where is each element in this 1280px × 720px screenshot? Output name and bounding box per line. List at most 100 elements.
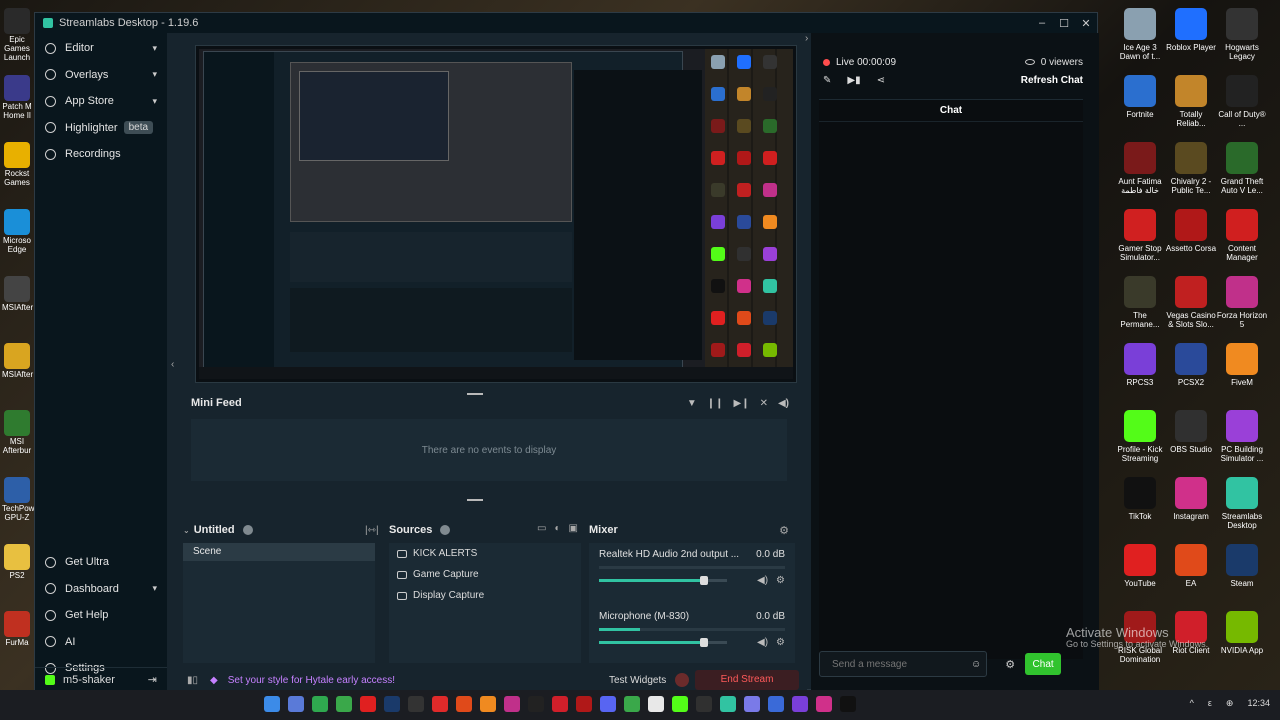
add-scene-icon[interactable]	[242, 525, 253, 535]
windows-icon[interactable]	[264, 696, 280, 712]
skip-icon[interactable]: ▶❙	[734, 398, 750, 409]
record-icon[interactable]	[675, 673, 689, 687]
fivem-icon[interactable]	[480, 696, 496, 712]
share-icon[interactable]: ⋖	[877, 75, 885, 86]
desktop-shortcut[interactable]: OBS Studio	[1165, 410, 1217, 454]
desktop-shortcut[interactable]: PC Building Simulator ...	[1216, 410, 1268, 463]
app-icon[interactable]	[432, 696, 448, 712]
desktop-shortcut[interactable]: Gamer Stop Simulator...	[1114, 209, 1166, 262]
desktop-shortcut[interactable]: Patch M Home Il	[2, 75, 32, 121]
source-item[interactable]: KICK ALERTS	[389, 543, 581, 564]
logout-icon[interactable]: ⇥	[148, 673, 157, 686]
desktop-shortcut[interactable]: PCSX2	[1165, 343, 1217, 387]
test-widgets-button[interactable]: Test Widgets	[609, 675, 666, 686]
desktop-shortcut[interactable]: FurMa	[2, 611, 32, 648]
explorer-icon[interactable]	[288, 696, 304, 712]
sidebar-item-dashboard[interactable]: Dashboard ▾	[35, 576, 167, 603]
folder-icon[interactable]: ▭	[537, 523, 546, 534]
desktop-shortcut[interactable]: Rockst Games	[2, 142, 32, 188]
desktop-shortcut[interactable]: MSI Afterbur	[2, 410, 32, 456]
desktop-shortcut[interactable]: MSIAfter	[2, 276, 33, 313]
scene-collection-title[interactable]: Untitled	[194, 524, 235, 536]
sidebar-item-get-help[interactable]: Get Help	[35, 602, 167, 629]
speaker-icon[interactable]: ◀)	[757, 637, 768, 648]
visibility-icon[interactable]: ◐	[554, 523, 560, 534]
chevron-down-icon[interactable]: ⌄	[183, 526, 190, 535]
desktop-shortcut[interactable]: PS2	[2, 544, 32, 581]
desktop-shortcut[interactable]: TikTok	[1114, 477, 1166, 521]
riot-icon[interactable]	[552, 696, 568, 712]
sidebar-item-app-store[interactable]: App Store ▾	[35, 88, 167, 115]
user-profile[interactable]: m5-shaker ⇥	[35, 667, 167, 691]
sidebar-item-highlighter[interactable]: Highlighter beta	[35, 115, 167, 142]
collapse-left-icon[interactable]: ‹	[171, 359, 174, 370]
clock[interactable]: 12:34	[1247, 698, 1270, 709]
source-item[interactable]: Display Capture	[389, 585, 581, 606]
sidebar-item-get-ultra[interactable]: Get Ultra	[35, 549, 167, 576]
desktop-shortcut[interactable]: NVIDIA App	[1216, 611, 1268, 655]
instagram-icon[interactable]	[816, 696, 832, 712]
desktop-shortcut[interactable]: Call of Duty® ...	[1216, 75, 1268, 128]
epic-icon[interactable]	[528, 696, 544, 712]
close-button[interactable]: ✕	[1075, 17, 1097, 30]
gear-icon[interactable]: ⚙	[776, 575, 785, 586]
volume-slider[interactable]	[599, 638, 727, 647]
xbox-icon[interactable]	[336, 696, 352, 712]
desktop-shortcut[interactable]: Epic Games Launch	[2, 8, 32, 62]
ea-icon[interactable]	[456, 696, 472, 712]
mute-alerts-icon[interactable]: ✕	[760, 398, 768, 409]
desktop-shortcut[interactable]: EA	[1165, 544, 1217, 588]
filter-icon[interactable]: ▼	[687, 398, 697, 409]
camera-icon[interactable]: ▶▮	[847, 75, 860, 86]
minimize-button[interactable]: –	[1031, 17, 1053, 30]
edit-stream-icon[interactable]: ✎	[823, 75, 831, 86]
desktop-shortcut[interactable]: Profile - Kick Streaming	[1114, 410, 1166, 463]
desktop-shortcut[interactable]: Steam	[1216, 544, 1268, 588]
desktop-shortcut[interactable]: YouTube	[1114, 544, 1166, 588]
desktop-shortcut[interactable]: Vegas Casino & Slots Slo...	[1165, 276, 1217, 329]
desktop-shortcut[interactable]: Forza Horizon 5	[1216, 276, 1268, 329]
sidebar-item-ai[interactable]: AI	[35, 629, 167, 656]
gear-icon[interactable]: ⚙	[776, 637, 785, 648]
volume-slider[interactable]	[599, 576, 727, 585]
emoji-icon[interactable]: ☺	[971, 659, 981, 670]
network-icon[interactable]: ⊕	[1226, 698, 1234, 709]
sidebar-item-recordings[interactable]: Recordings	[35, 141, 167, 168]
desktop-shortcut[interactable]: Grand Theft Auto V Le...	[1216, 142, 1268, 195]
gamepad-icon[interactable]	[744, 696, 760, 712]
scene-item[interactable]: Scene	[183, 543, 375, 561]
sidebar-item-overlays[interactable]: Overlays ▾	[35, 62, 167, 89]
desktop-shortcut[interactable]: TechPow GPU-Z	[2, 477, 34, 523]
promo-link[interactable]: Set your style for Hytale early access!	[228, 675, 395, 686]
vpn-icon[interactable]	[768, 696, 784, 712]
stream-preview[interactable]	[195, 45, 797, 383]
send-chat-button[interactable]: Chat	[1025, 653, 1062, 675]
desktop-shortcut[interactable]: FiveM	[1216, 343, 1268, 387]
refresh-chat-button[interactable]: Refresh Chat	[1021, 75, 1083, 86]
forza-icon[interactable]	[504, 696, 520, 712]
maximize-button[interactable]: ☐	[1053, 17, 1075, 30]
speaker-icon[interactable]: ◀)	[757, 575, 768, 586]
gear-icon[interactable]: ⚙	[1005, 658, 1015, 671]
add-folder-icon[interactable]: ▣	[569, 523, 578, 534]
pause-icon[interactable]: ❙❙	[707, 398, 724, 409]
desktop-shortcut[interactable]: Roblox Player	[1165, 8, 1217, 52]
desktop-shortcut[interactable]: Ice Age 3 Dawn of t...	[1114, 8, 1166, 61]
source-item[interactable]: Game Capture	[389, 564, 581, 585]
desktop-shortcut[interactable]: Microso Edge	[2, 209, 32, 255]
streamlabs-icon[interactable]	[720, 696, 736, 712]
collapse-right-icon[interactable]: ›	[805, 33, 808, 44]
stats-icon[interactable]: ▮▯	[187, 675, 198, 686]
xbox-app-icon[interactable]	[624, 696, 640, 712]
desktop-shortcut[interactable]: MSIAfter	[2, 343, 33, 380]
desktop-shortcut[interactable]: Aunt Fatima خالة فاطمة	[1114, 142, 1166, 195]
desktop-shortcut[interactable]: Totally Reliab...	[1165, 75, 1217, 128]
desktop-shortcut[interactable]: RPCS3	[1114, 343, 1166, 387]
chat-message-input[interactable]	[819, 651, 987, 677]
obs-icon[interactable]	[696, 696, 712, 712]
desktop-shortcut[interactable]: Chivalry 2 - Public Te...	[1165, 142, 1217, 195]
next-icon[interactable]	[408, 696, 424, 712]
desktop-shortcut[interactable]: Content Manager	[1216, 209, 1268, 262]
tiktok-icon[interactable]	[840, 696, 856, 712]
sidebar-item-editor[interactable]: Editor ▾	[35, 35, 167, 62]
